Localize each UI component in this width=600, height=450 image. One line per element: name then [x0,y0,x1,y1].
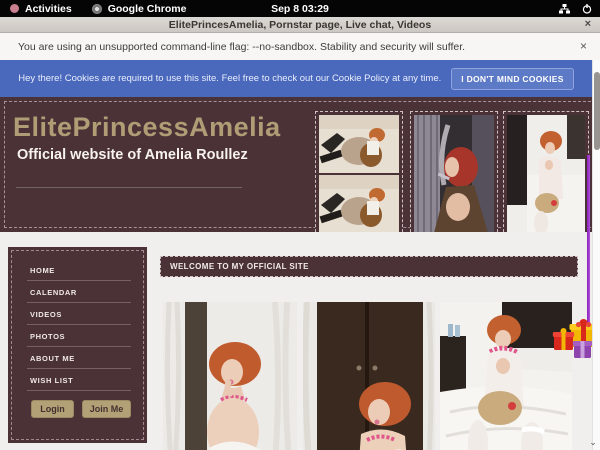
sidebar-item-photos[interactable]: PHOTOS [27,325,131,347]
site-subtitle: Official website of Amelia Roullez [17,147,248,163]
gift-ribbon-line [587,155,590,337]
desktop-screen: Activities Google Chrome Sep 8 03:29 Eli… [0,0,600,450]
scroll-down-icon[interactable]: ⌄ [588,437,598,447]
join-me-button[interactable]: Join Me [82,400,131,418]
window-title: ElitePrincesAmelia, Pornstar page, Live … [169,19,431,31]
login-button[interactable]: Login [31,400,74,418]
chrome-infobar: You are using an unsupported command-lin… [0,33,600,60]
page-scrollbar[interactable] [592,60,600,450]
infobar-close-icon[interactable]: × [580,39,587,53]
power-icon[interactable] [582,4,592,14]
sidebar-item-about-me[interactable]: ABOUT ME [27,347,131,369]
sidebar-item-wish-list[interactable]: WISH LIST [27,369,131,391]
welcome-heading: WELCOME TO MY OFFICIAL SITE [160,256,578,277]
main-photo-2[interactable] [303,302,435,450]
window-close-icon[interactable]: × [585,18,591,30]
welcome-heading-text: WELCOME TO MY OFFICIAL SITE [170,262,309,271]
header-thumb-panel-2[interactable] [410,111,498,237]
sidebar-item-home[interactable]: HOME [27,259,131,281]
cookie-banner: Hey there! Cookies are required to use t… [0,60,592,97]
main-photo-1[interactable] [163,302,297,450]
sidebar: HOME CALENDAR VIDEOS PHOTOS ABOUT ME WIS… [8,247,147,443]
header-thumb-panel-3[interactable] [503,111,589,237]
scrollbar-thumb[interactable] [594,72,600,150]
window-title-bar: ElitePrincesAmelia, Pornstar page, Live … [0,17,600,33]
header-divider [16,187,242,188]
network-tree-icon[interactable] [559,4,570,14]
accept-cookies-button[interactable]: I DON'T MIND COOKIES [451,68,573,90]
sidebar-item-videos[interactable]: VIDEOS [27,303,131,325]
infobar-message: You are using an unsupported command-lin… [18,41,465,53]
sidebar-item-calendar[interactable]: CALENDAR [27,281,131,303]
clock[interactable]: Sep 8 03:29 [0,3,600,15]
cookie-message: Hey there! Cookies are required to use t… [18,73,441,84]
site-title[interactable]: ElitePrincessAmelia [13,112,281,143]
header-thumb-panel-1[interactable] [315,111,403,237]
gnome-top-bar: Activities Google Chrome Sep 8 03:29 [0,0,600,17]
